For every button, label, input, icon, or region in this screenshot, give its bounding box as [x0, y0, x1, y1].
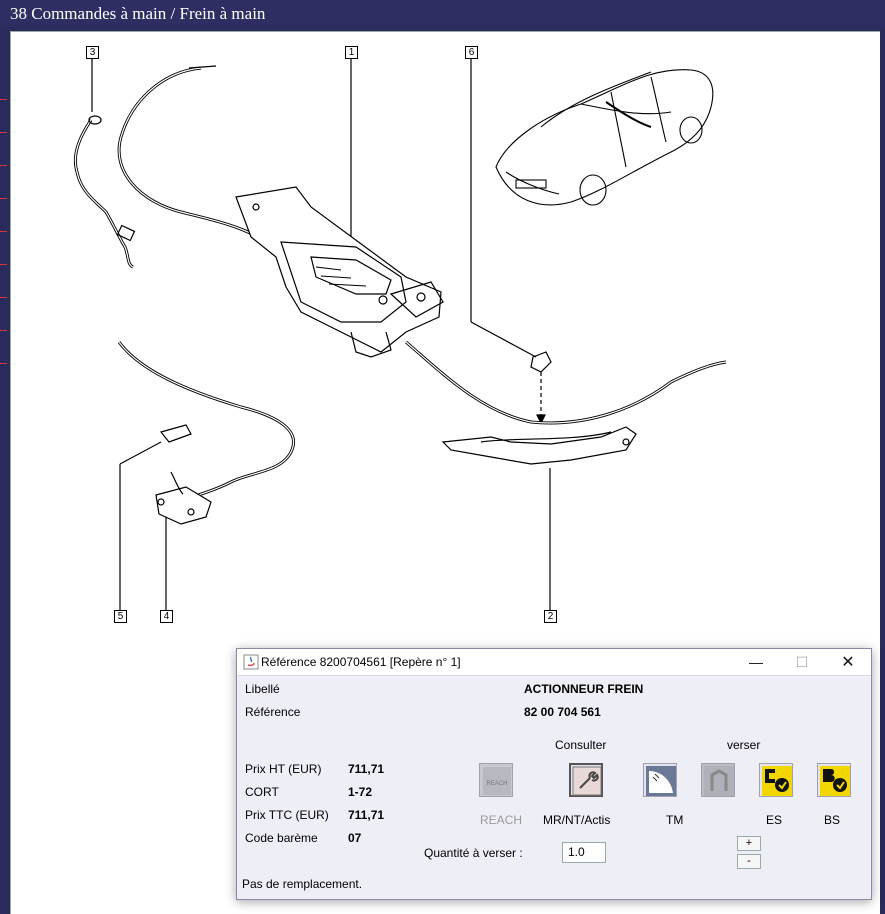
cort-value: 1-72: [348, 785, 373, 799]
bs-button[interactable]: [817, 763, 851, 797]
quantite-label: Quantité à verser :: [424, 846, 523, 860]
code-bareme-value: 07: [348, 831, 362, 845]
bs-label: BS: [824, 813, 841, 827]
wrench-icon: [572, 766, 602, 796]
es-label: ES: [766, 813, 783, 827]
left-sidebar-strip: [0, 27, 9, 914]
strip-marker: [0, 231, 7, 232]
decrement-button[interactable]: -: [737, 854, 761, 869]
shield-icon: [704, 766, 734, 796]
increment-button[interactable]: +: [737, 836, 761, 851]
mr-nt-actis-button[interactable]: [569, 763, 603, 797]
callout-3[interactable]: 3: [86, 46, 99, 59]
java-app-icon: [243, 654, 259, 670]
strip-marker: [0, 165, 7, 166]
es-icon: [762, 766, 792, 796]
svg-text:REACH: REACH: [486, 781, 507, 787]
es-button[interactable]: [759, 763, 793, 797]
strip-marker: [0, 99, 7, 100]
minimize-button[interactable]: —: [733, 649, 779, 676]
libelle-value: ACTIONNEUR FREIN: [524, 682, 644, 696]
prix-ttc-value: 711,71: [348, 808, 385, 822]
reach-button[interactable]: REACH: [479, 763, 513, 797]
tm-label: TM: [666, 813, 684, 827]
callout-5[interactable]: 5: [114, 610, 127, 623]
status-text: Pas de remplacement.: [242, 877, 363, 891]
strip-marker: [0, 363, 7, 364]
vehicle-illustration: [495, 69, 714, 206]
strip-marker: [0, 264, 7, 265]
bs-icon: [820, 766, 850, 796]
strip-marker: [0, 297, 7, 298]
reach-icon: REACH: [483, 767, 511, 795]
strip-marker: [0, 132, 7, 133]
maximize-button[interactable]: ☐: [779, 649, 825, 676]
dialog-title: Référence 8200704561 [Repère n° 1]: [261, 655, 461, 669]
callout-4[interactable]: 4: [160, 610, 173, 623]
tm-clock-icon: [646, 766, 676, 796]
callout-1[interactable]: 1: [345, 46, 358, 59]
prix-ht-label: Prix HT (EUR): [245, 762, 322, 776]
libelle-label: Libellé: [245, 682, 280, 696]
window-title: 38 Commandes à main / Frein à main: [0, 0, 885, 27]
verser-label: verser: [727, 738, 761, 752]
close-button[interactable]: ✕: [825, 649, 871, 676]
cort-label: CORT: [245, 785, 279, 799]
reach-label: REACH: [480, 813, 523, 827]
reference-label: Référence: [245, 705, 301, 719]
prix-ht-value: 711,71: [348, 762, 385, 776]
callout-2[interactable]: 2: [544, 610, 557, 623]
dialog-titlebar[interactable]: Référence 8200704561 [Repère n° 1] — ☐ ✕: [237, 649, 871, 676]
quantite-input[interactable]: 1.0: [562, 842, 606, 863]
reference-value: 82 00 704 561: [524, 705, 601, 719]
code-bareme-label: Code barème: [245, 831, 318, 845]
tm-button[interactable]: [643, 763, 677, 797]
verser-disabled-button[interactable]: [701, 763, 735, 797]
reference-dialog: Référence 8200704561 [Repère n° 1] — ☐ ✕…: [236, 648, 872, 900]
consulter-label: Consulter: [555, 738, 607, 752]
strip-marker: [0, 198, 7, 199]
mr-nt-actis-label: MR/NT/Actis: [543, 813, 611, 827]
callout-6[interactable]: 6: [465, 46, 478, 59]
prix-ttc-label: Prix TTC (EUR): [245, 808, 329, 822]
strip-marker: [0, 330, 7, 331]
